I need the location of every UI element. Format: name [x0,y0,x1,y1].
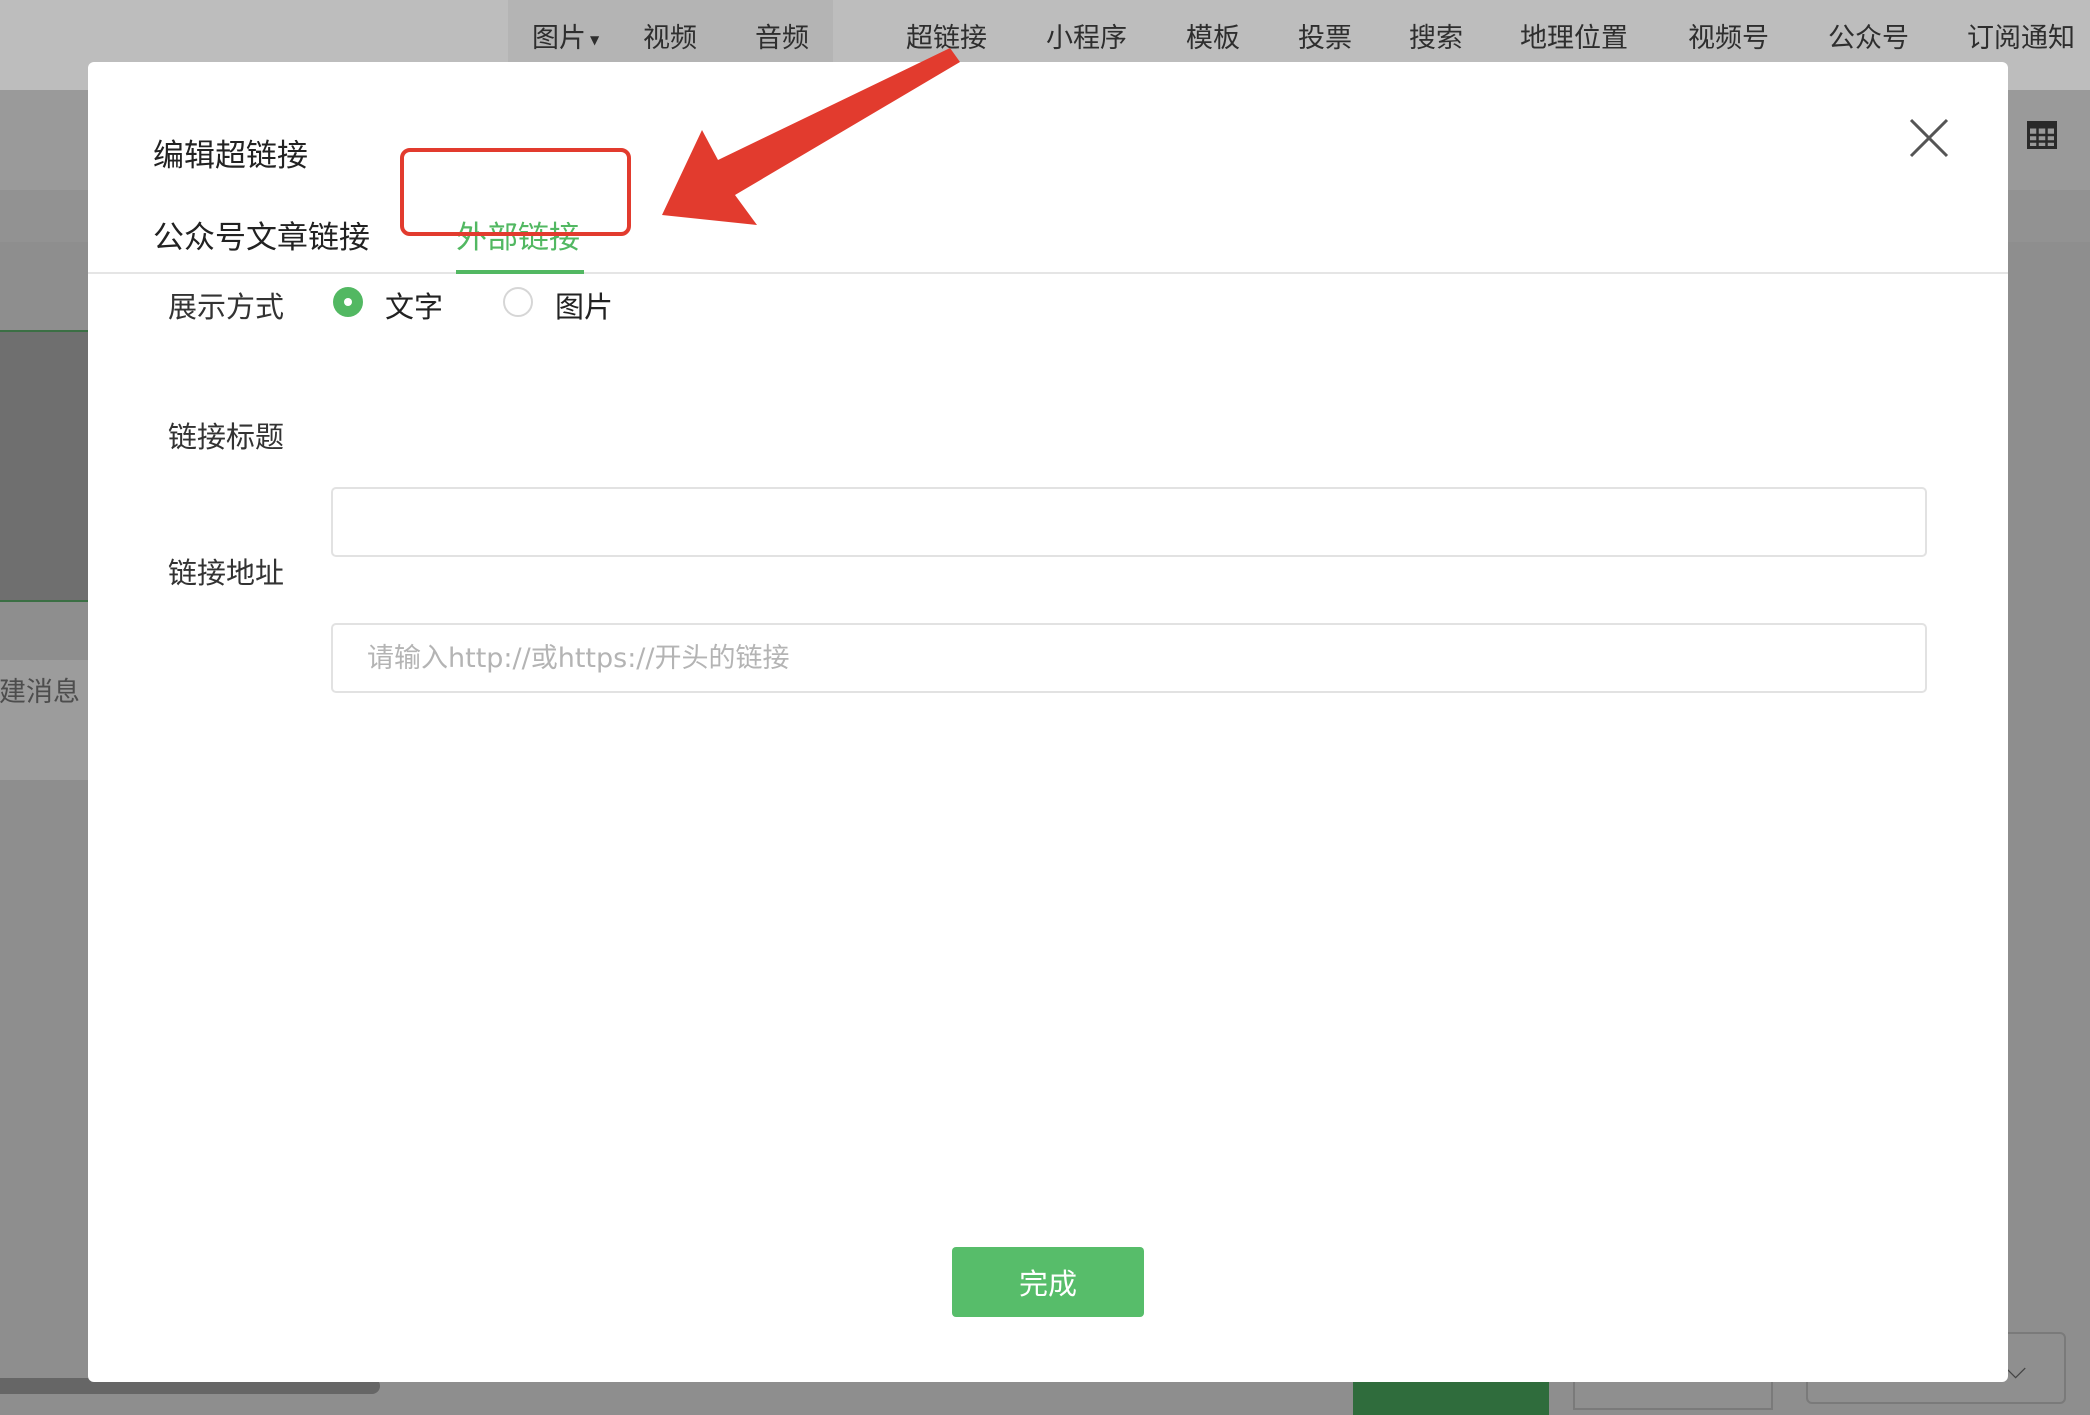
radio-text-selected[interactable] [333,287,363,317]
radio-image[interactable] [503,287,533,317]
done-button[interactable]: 完成 [952,1247,1144,1317]
link-title-label: 链接标题 [168,420,285,454]
close-icon[interactable] [1903,112,1955,164]
toolbar-item-location[interactable]: 地理位置 [1520,16,1628,55]
edit-hyperlink-dialog: 编辑超链接 公众号文章链接 外部链接 展示方式 文字 图片 链接标题 链接地址 … [88,62,2008,1382]
dialog-title: 编辑超链接 [153,138,308,174]
toolbar-item-video[interactable]: 视频 [643,16,697,55]
toolbar-item-audio[interactable]: 音频 [755,16,809,55]
active-tab-indicator [456,270,584,274]
annotation-highlight-box [400,148,631,236]
article-cover-thumbnail [0,330,90,602]
link-title-input[interactable] [331,487,1927,557]
link-url-input[interactable] [331,623,1927,693]
toolbar-item-channels[interactable]: 视频号 [1688,16,1769,55]
toolbar-item-label: 图片 [532,23,586,54]
radio-text-label[interactable]: 文字 [385,284,443,326]
toolbar-item-template[interactable]: 模板 [1186,16,1240,55]
toolbar-item-vote[interactable]: 投票 [1298,16,1352,55]
toolbar-item-hyperlink[interactable]: 超链接 [906,16,987,55]
new-message-label: 新建消息 [0,677,80,708]
tab-article-link[interactable]: 公众号文章链接 [153,212,370,257]
radio-image-label[interactable]: 图片 [555,284,613,326]
toolbar-item-search[interactable]: 搜索 [1409,16,1463,55]
toolbar-item-image[interactable]: 图片 ▼ [532,16,599,55]
toolbar-item-official-account[interactable]: 公众号 [1828,16,1909,55]
toolbar-item-miniprogram[interactable]: 小程序 [1046,16,1127,55]
chevron-down-icon: ⌵ [2005,1352,2027,1385]
new-message-item[interactable]: 新建消息 [0,660,90,780]
caret-down-icon: ▼ [590,32,600,47]
table-icon[interactable] [2027,121,2057,149]
toolbar-item-subscribe[interactable]: 订阅通知 [1967,16,2075,55]
display-mode-label: 展示方式 [168,290,285,324]
link-url-label: 链接地址 [168,556,285,590]
tab-bar [88,206,2008,274]
